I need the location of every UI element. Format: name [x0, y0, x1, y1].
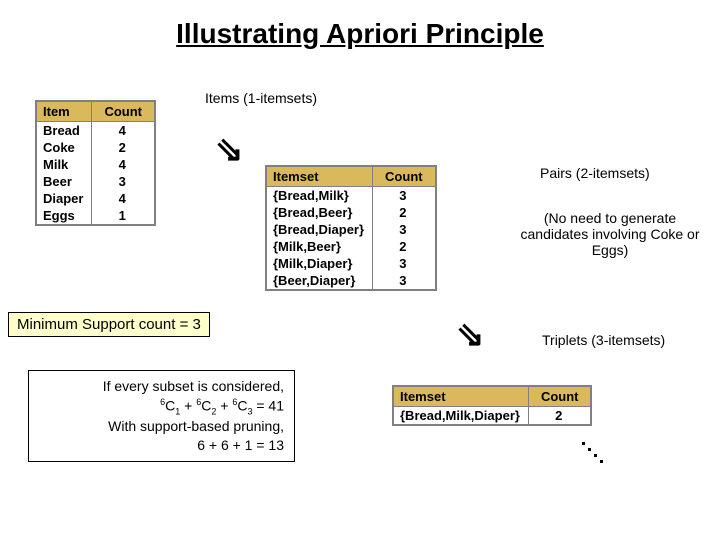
table-header-row: Item Count: [36, 101, 155, 122]
table-row: {Milk,Diaper}3: [266, 255, 436, 272]
cell: 2: [373, 204, 436, 221]
note-no-coke-eggs: (No need to generate candidates involvin…: [510, 210, 710, 258]
cell: Diaper: [36, 190, 92, 207]
cell: {Milk,Beer}: [266, 238, 373, 255]
col-count: Count: [373, 166, 436, 187]
arrow-down-right-icon: ⇘: [456, 315, 485, 355]
table-row: {Bread,Diaper}3: [266, 221, 436, 238]
cell: {Bread,Beer}: [266, 204, 373, 221]
table-row: Diaper4: [36, 190, 155, 207]
table-row: {Bread,Beer}2: [266, 204, 436, 221]
table-3-itemsets: Itemset Count {Bread,Milk,Diaper}2: [392, 385, 592, 426]
calculation-box: If every subset is considered, 6C1 + 6C2…: [28, 370, 295, 462]
table-header-row: Itemset Count: [266, 166, 436, 187]
cell: 2: [373, 238, 436, 255]
cell: {Bread,Diaper}: [266, 221, 373, 238]
table-row: {Milk,Beer}2: [266, 238, 436, 255]
calc-line-1: If every subset is considered,: [39, 377, 284, 396]
cell: {Milk,Diaper}: [266, 255, 373, 272]
cell: {Beer,Diaper}: [266, 272, 373, 290]
cell: 2: [528, 407, 591, 426]
arrow-down-right-icon: ⇘: [215, 130, 244, 170]
table-row: Coke2: [36, 139, 155, 156]
table-row: Beer3: [36, 173, 155, 190]
calc-line-3: With support-based pruning,: [39, 417, 284, 436]
cell: 4: [92, 122, 155, 140]
cell: Coke: [36, 139, 92, 156]
ellipsis-diagonal-icon: [580, 440, 610, 470]
col-item: Item: [36, 101, 92, 122]
cell: 3: [373, 255, 436, 272]
col-itemset: Itemset: [266, 166, 373, 187]
cell: Bread: [36, 122, 92, 140]
calc-eq: = 41: [252, 398, 284, 414]
cell: 3: [92, 173, 155, 190]
label-3-itemsets: Triplets (3-itemsets): [542, 332, 665, 348]
min-support-box: Minimum Support count = 3: [8, 312, 210, 337]
cell: {Bread,Milk,Diaper}: [393, 407, 528, 426]
calc-line-4: 6 + 6 + 1 = 13: [39, 436, 284, 455]
table-row: Milk4: [36, 156, 155, 173]
cell: 3: [373, 272, 436, 290]
cell: 3: [373, 221, 436, 238]
cell: {Bread,Milk}: [266, 187, 373, 205]
table-row: Eggs1: [36, 207, 155, 225]
table-2-itemsets: Itemset Count {Bread,Milk}3 {Bread,Beer}…: [265, 165, 437, 291]
cell: Milk: [36, 156, 92, 173]
table-header-row: Itemset Count: [393, 386, 591, 407]
table-row: {Bread,Milk}3: [266, 187, 436, 205]
cell: 1: [92, 207, 155, 225]
table-1-itemsets: Item Count Bread4 Coke2 Milk4 Beer3 Diap…: [35, 100, 156, 226]
slide-title: Illustrating Apriori Principle: [0, 0, 720, 50]
table-row: Bread4: [36, 122, 155, 140]
cell: 2: [92, 139, 155, 156]
cell: Beer: [36, 173, 92, 190]
table-row: {Beer,Diaper}3: [266, 272, 436, 290]
cell: 4: [92, 190, 155, 207]
table-row: {Bread,Milk,Diaper}2: [393, 407, 591, 426]
col-count: Count: [528, 386, 591, 407]
col-itemset: Itemset: [393, 386, 528, 407]
calc-line-2: 6C1 + 6C2 + 6C3 = 41: [39, 396, 284, 418]
col-count: Count: [92, 101, 155, 122]
cell: Eggs: [36, 207, 92, 225]
cell: 3: [373, 187, 436, 205]
cell: 4: [92, 156, 155, 173]
label-2-itemsets: Pairs (2-itemsets): [540, 165, 650, 181]
label-1-itemsets: Items (1-itemsets): [205, 90, 317, 106]
